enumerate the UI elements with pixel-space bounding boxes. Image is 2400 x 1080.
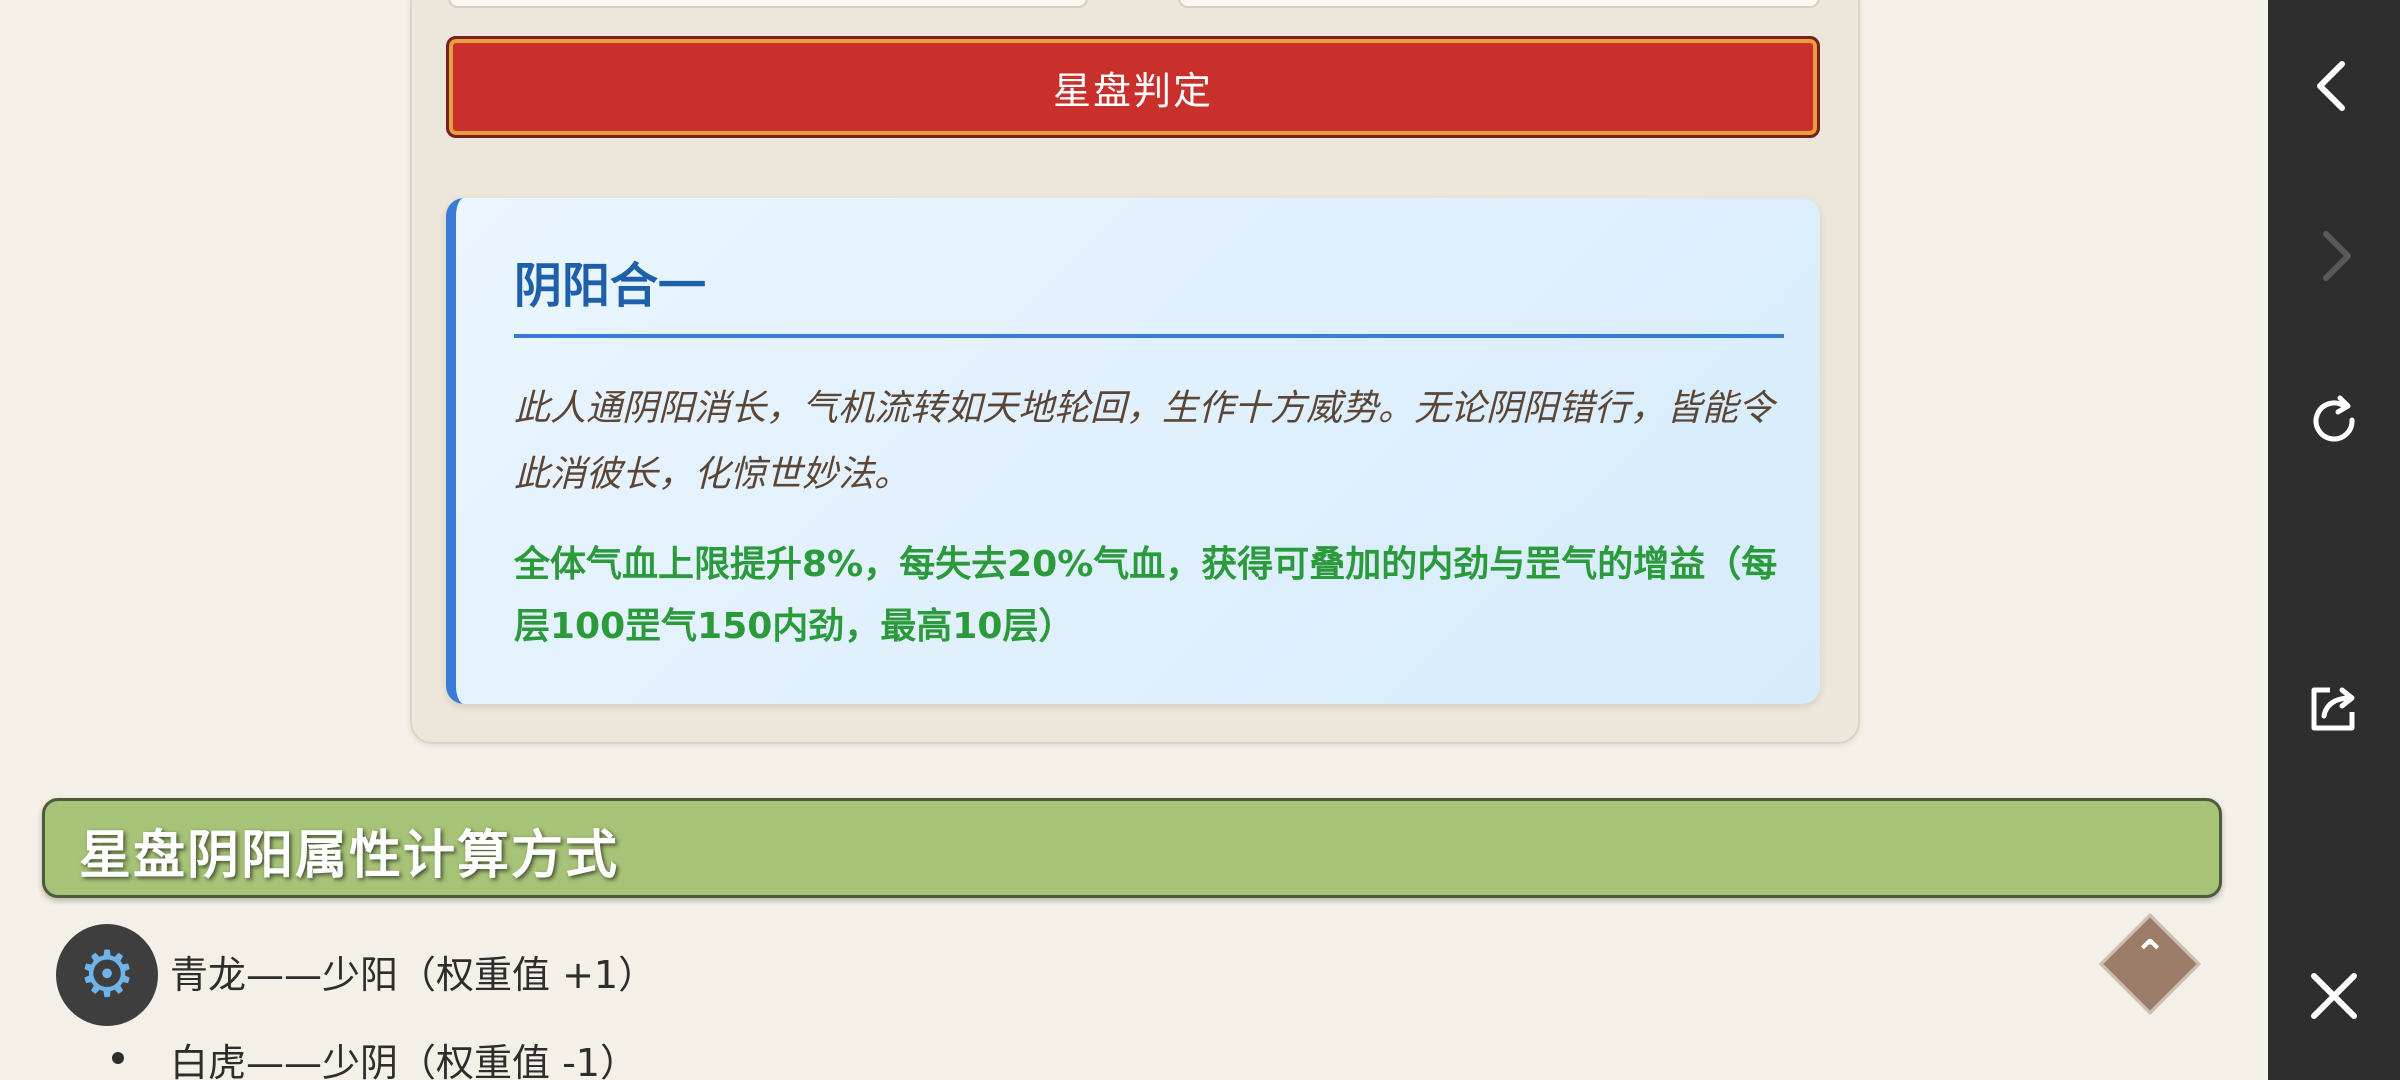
share-button[interactable] [2268,658,2400,758]
section-header: 星盘阴阳属性计算方式 [42,798,2222,898]
list-item: 白虎——少阴（权重值 -1） [170,1041,638,1080]
result-description: 此人通阴阳消长，气机流转如天地轮回，生作十方威势。无论阴阳错行，皆能令此消彼长，… [514,388,1775,495]
close-button[interactable] [2268,946,2400,1046]
back-arrow-icon [2317,61,2345,111]
refresh-button[interactable] [2268,372,2400,472]
forward-arrow-icon [2323,231,2351,281]
close-icon [2311,973,2357,1019]
refresh-icon [2313,395,2355,442]
back-to-top-button[interactable]: ⌃ [2099,913,2201,1015]
forward-button[interactable] [2268,206,2400,306]
browser-side-rail [2268,0,2400,1080]
share-icon [2311,687,2355,731]
bullet-icon [112,1052,124,1064]
list-item: 青龙——少阳（权重值 +1） [170,953,657,997]
left-input-field[interactable] [448,0,1088,8]
gear-icon[interactable]: ⚙ [56,924,158,1026]
right-input-field[interactable] [1178,0,1820,8]
back-button[interactable] [2268,36,2400,136]
result-divider [514,334,1784,338]
result-panel: 阴阳合一 此人通阴阳消长，气机流转如天地轮回，生作十方威势。无论阴阳错行，皆能令… [446,198,1820,704]
page-content: 星盘判定 阴阳合一 此人通阴阳消长，气机流转如天地轮回，生作十方威势。无论阴阳错… [0,0,2268,1080]
chevron-up-icon: ⌃ [2133,932,2167,978]
result-title: 阴阳合一 [514,258,707,314]
star-chart-judge-button[interactable]: 星盘判定 [446,36,1820,138]
result-effect: 全体气血上限提升8%，每失去20%气血，获得可叠加的内劲与罡气的增益（每层100… [514,544,1778,647]
section-title: 星盘阴阳属性计算方式 [79,826,620,886]
